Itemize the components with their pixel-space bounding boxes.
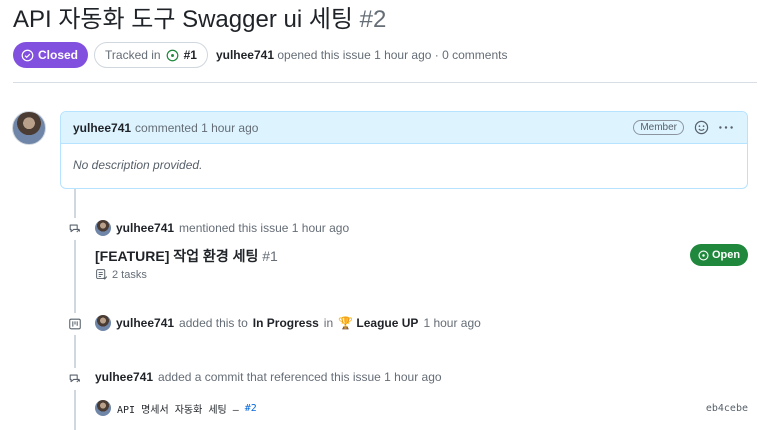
project-column: In Progress xyxy=(252,316,319,330)
opened-info: yulhee741 opened this issue 1 hour ago ·… xyxy=(216,48,508,62)
comment-body: No description provided. xyxy=(73,158,203,172)
header-divider xyxy=(13,82,757,83)
mention-event: yulhee741 mentioned this issue 1 hour ag… xyxy=(95,220,349,236)
opened-text: opened this issue 1 hour ago · 0 comment… xyxy=(277,48,508,62)
issue-title-text: API 자동화 도구 Swagger ui 세팅 xyxy=(13,6,353,33)
commit-action: added a commit that referenced this issu… xyxy=(158,370,442,384)
issue-meta: Closed Tracked in #1 yulhee741 opened th… xyxy=(13,42,507,68)
status-badge-closed: Closed xyxy=(13,42,89,68)
avatar[interactable] xyxy=(95,400,111,416)
issue-number: #2 xyxy=(359,6,387,33)
commit-message-link[interactable]: API 명세서 자동화 세팅 – xyxy=(117,401,239,416)
tracked-issue-link[interactable]: #1 xyxy=(184,48,197,62)
kebab-icon[interactable] xyxy=(717,120,735,135)
comment-action[interactable]: commented 1 hour ago xyxy=(135,121,258,135)
project-in: in xyxy=(323,316,334,330)
commit-event: yulhee741 added a commit that referenced… xyxy=(95,370,442,384)
task-count: 2 tasks xyxy=(112,268,147,281)
project-event: yulhee741 added this to In Progress in 🏆… xyxy=(95,315,481,331)
check-circle-icon xyxy=(21,49,34,61)
status-badge-label: Closed xyxy=(38,48,79,62)
project-action: added this to xyxy=(179,316,248,330)
commit-hash-link[interactable]: eb4cebe xyxy=(706,403,748,414)
smiley-icon[interactable] xyxy=(694,120,709,135)
commit-issue-ref[interactable]: #2 xyxy=(245,403,257,414)
tracked-label: Tracked in xyxy=(105,48,161,62)
mention-action: mentioned this issue 1 hour ago xyxy=(179,221,350,235)
commit-item: API 명세서 자동화 세팅 – #2 eb4cebe xyxy=(95,400,748,416)
mention-author-link[interactable]: yulhee741 xyxy=(116,221,174,235)
cross-reference-icon xyxy=(64,218,86,240)
tracked-in-pill[interactable]: Tracked in #1 xyxy=(94,42,208,68)
comment-header: yulhee741 commented 1 hour ago Member xyxy=(61,112,747,144)
tasklist-icon xyxy=(96,269,108,280)
avatar[interactable] xyxy=(12,111,46,145)
referenced-issue-number[interactable]: #1 xyxy=(262,248,278,264)
member-badge: Member xyxy=(633,120,684,135)
open-badge-label: Open xyxy=(711,249,741,261)
comment-box: yulhee741 commented 1 hour ago Member No… xyxy=(60,111,748,189)
status-badge-open: Open xyxy=(690,244,748,266)
project-board-icon xyxy=(64,313,86,335)
referenced-issue-link[interactable]: [FEATURE] 작업 환경 세팅 #1 xyxy=(95,246,278,266)
author-link[interactable]: yulhee741 xyxy=(216,48,274,62)
avatar[interactable] xyxy=(95,315,111,331)
project-link[interactable]: 🏆 League UP xyxy=(338,316,418,330)
project-author-link[interactable]: yulhee741 xyxy=(116,316,174,330)
project-time[interactable]: 1 hour ago xyxy=(423,316,480,330)
commit-author-link[interactable]: yulhee741 xyxy=(95,370,153,384)
avatar[interactable] xyxy=(95,220,111,236)
issue-opened-icon xyxy=(698,249,709,261)
cross-reference-icon xyxy=(64,368,86,390)
task-progress: 2 tasks xyxy=(95,268,147,281)
circle-dot-icon xyxy=(166,49,178,61)
referenced-issue-title[interactable]: [FEATURE] 작업 환경 세팅 xyxy=(95,248,258,264)
comment-author-link[interactable]: yulhee741 xyxy=(73,121,131,135)
issue-title: API 자동화 도구 Swagger ui 세팅 #2 xyxy=(13,4,386,36)
